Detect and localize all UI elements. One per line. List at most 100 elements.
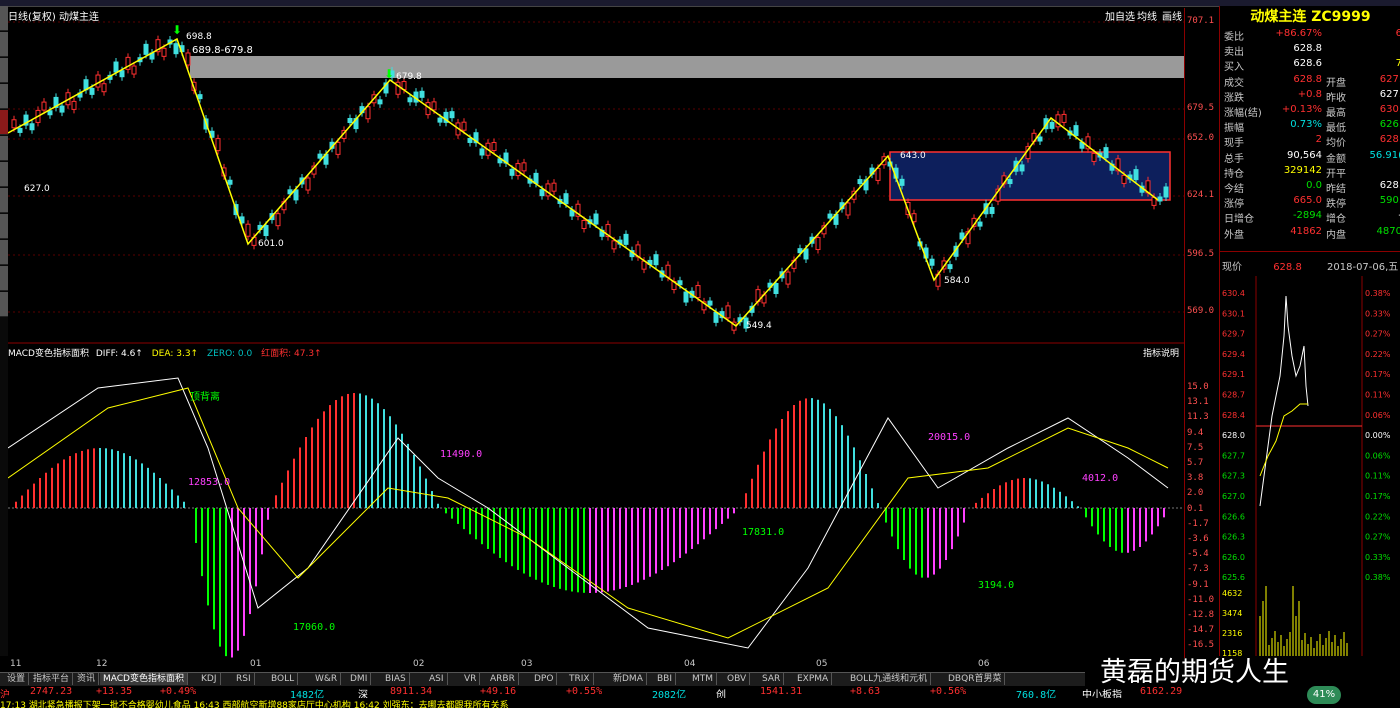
candle (581, 220, 587, 230)
sidebar-tab[interactable] (0, 84, 8, 109)
candle (185, 52, 191, 66)
quote-label: 涨幅(结) (1224, 108, 1262, 119)
tab-indicator[interactable]: EXPMA (794, 673, 833, 685)
tab-indicator[interactable]: BOLL (268, 673, 299, 685)
tab-indicator[interactable]: W&R (312, 673, 342, 685)
sidebar-tab[interactable] (0, 188, 8, 213)
quote-value: 329142 (1283, 164, 1322, 176)
index-item: +13.35 (96, 686, 133, 697)
candle (275, 213, 281, 227)
candle (59, 105, 65, 113)
quote-value2: 4870 (1376, 225, 1400, 237)
instrument-name: 动煤主连 ZC9999 (1250, 9, 1371, 25)
quote-value2: 628. (1379, 134, 1400, 146)
candle (17, 127, 23, 133)
high-label: 698.8 (186, 32, 212, 42)
quote-row: 今结 0.0 昨结 628. (1222, 180, 1400, 195)
candle (509, 168, 515, 176)
area-label: 17060.0 (293, 622, 336, 633)
tab-indicator[interactable]: KDJ (198, 673, 221, 685)
quote-label2: 开平 (1326, 168, 1346, 180)
tab-indicator[interactable]: BIAS (382, 673, 410, 685)
sidebar-tab[interactable] (0, 214, 8, 239)
x-tick: 04 (684, 659, 696, 669)
candle (653, 254, 659, 266)
tab-indicator[interactable]: ARBR (487, 673, 519, 685)
candle (707, 300, 713, 306)
tab-indicator[interactable]: MTM (689, 673, 718, 685)
intraday-chart[interactable]: 630.4 0.38% 630.1 0.33% 629.7 0.27% 629.4 0.22%… (1220, 276, 1400, 656)
sidebar-tab[interactable] (0, 292, 8, 317)
macd-title[interactable]: MACD变色指标面积 (8, 349, 89, 359)
candle (377, 99, 383, 105)
tab-indicator[interactable]: DMI (347, 673, 372, 685)
tab-indicator[interactable]: 资讯 (74, 673, 100, 685)
quote-row: 持仓 329142 开平 (1222, 165, 1400, 180)
quote-label2: 开盘 (1326, 77, 1346, 89)
sidebar-tab[interactable] (0, 162, 8, 187)
tab-indicator[interactable]: RSI (233, 673, 255, 685)
mini-pct-tick: 0.00% (1365, 431, 1391, 440)
candle (725, 305, 731, 319)
tab-indicator[interactable]: DBQR首男菜 (945, 673, 1006, 685)
macd-tick: 5.7 (1187, 458, 1204, 468)
mini-price-tick: 628.0 (1222, 431, 1245, 440)
sidebar-tab[interactable] (0, 240, 8, 265)
quote-value2: - (1362, 210, 1400, 221)
sidebar-tab[interactable] (0, 58, 8, 83)
candle (173, 43, 179, 55)
candle (1061, 113, 1067, 123)
mini-pct-tick: 0.38% (1365, 573, 1391, 582)
x-tick: 06 (978, 659, 990, 669)
tab-indicator[interactable]: OBV (724, 673, 751, 685)
candle (539, 189, 545, 197)
tab-indicator[interactable]: BBI (654, 673, 677, 685)
box-high-label: 643.0 (900, 151, 926, 161)
sidebar-tab[interactable] (0, 6, 8, 31)
low3-label: 584.0 (944, 276, 970, 286)
sidebar-tab[interactable] (0, 266, 8, 291)
candle (365, 106, 371, 120)
cpu-badge: 41% (1307, 686, 1341, 704)
macd-tick: -11.0 (1187, 594, 1215, 605)
quote-value2: 626. (1379, 119, 1400, 131)
quote-value: 665.0 (1293, 195, 1322, 207)
tab-indicator[interactable]: 指标平台 (30, 673, 74, 685)
tab-indicator[interactable]: BOLL九通线和元机 (847, 673, 932, 685)
candle (407, 97, 413, 103)
tab-indicator[interactable]: SAR (759, 673, 785, 685)
candle (827, 213, 833, 219)
sidebar-tab[interactable] (0, 110, 8, 135)
low-label: 601.0 (258, 239, 284, 249)
sidebar-tab[interactable] (0, 32, 8, 57)
tab-indicator[interactable]: ASI (426, 673, 448, 685)
tab-indicator[interactable]: MACD变色指标面积 (100, 673, 188, 685)
quote-label: 现手 (1224, 138, 1244, 150)
quote-value: 0.0 (1306, 180, 1322, 191)
quote-label2: 最低 (1326, 123, 1346, 135)
kline-chart[interactable]: ⬇ ⬇ (8, 8, 1184, 658)
candle (347, 118, 353, 124)
mini-vol-tick: 2316 (1222, 629, 1242, 638)
tab-indicator[interactable]: DPO (531, 673, 558, 685)
left-sidebar (0, 6, 8, 656)
macd-zero: ZERO: 0.0 (206, 349, 253, 359)
price-tick: 679.5 (1187, 103, 1215, 113)
menu-bar[interactable] (0, 0, 1400, 7)
watermark: 黄磊的期货人生 (1100, 657, 1289, 688)
area-label: 11490.0 (440, 449, 483, 460)
macd-tick: -1.7 (1187, 518, 1209, 529)
tab-indicator[interactable]: 设置 (4, 673, 30, 685)
candle (1049, 121, 1055, 129)
now-value: 628.8 (1273, 262, 1302, 273)
candle (47, 110, 53, 116)
tab-indicator[interactable]: TRIX (566, 673, 594, 685)
tab-indicator[interactable]: 新DMA (610, 673, 647, 685)
indicator-help-button[interactable]: 指标说明 (1143, 346, 1179, 359)
quote-label: 买入 (1224, 62, 1244, 74)
news-ticker[interactable]: 17:13 湖北紧急播报下架一批不合格婴幼儿食品 16:43 西部航空新增88家… (0, 698, 1400, 708)
dea-line (8, 387, 1169, 639)
sidebar-tab[interactable] (0, 136, 8, 161)
x-tick: 11 (10, 659, 22, 669)
tab-indicator[interactable]: VR (461, 673, 481, 685)
